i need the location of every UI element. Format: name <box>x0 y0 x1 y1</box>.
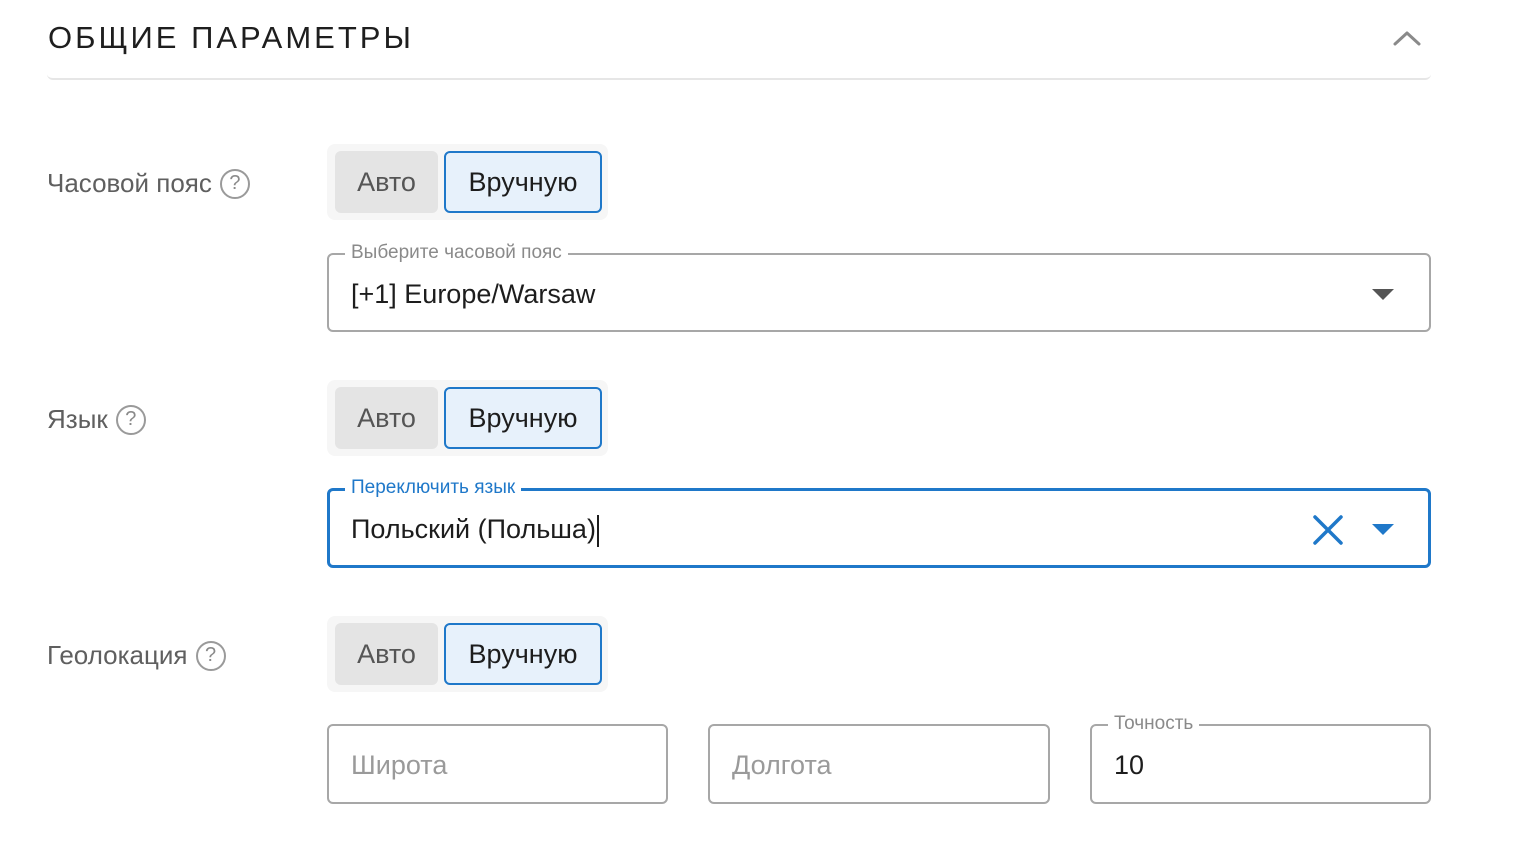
close-icon[interactable] <box>1311 513 1345 547</box>
language-select-value[interactable]: Польский (Польша) <box>351 512 599 547</box>
geolocation-auto-button[interactable]: Авто <box>335 623 438 685</box>
timezone-select-value: [+1] Europe/Warsaw <box>351 279 596 309</box>
chevron-up-icon[interactable] <box>1390 24 1424 54</box>
latitude-input[interactable]: Широта <box>327 724 668 804</box>
timezone-row-label: Часовой пояс ? <box>47 168 250 199</box>
longitude-placeholder: Долгота <box>732 750 832 780</box>
geolocation-manual-button[interactable]: Вручную <box>444 623 602 685</box>
section-title: ОБЩИЕ ПАРАМЕТРЫ <box>48 20 414 55</box>
timezone-auto-button[interactable]: Авто <box>335 151 438 213</box>
timezone-select-label: Выберите часовой пояс <box>345 240 568 266</box>
geolocation-help-icon[interactable]: ? <box>195 640 226 671</box>
timezone-help-icon[interactable]: ? <box>219 168 250 199</box>
chevron-down-icon[interactable] <box>1372 524 1394 535</box>
chevron-down-icon[interactable] <box>1372 289 1394 300</box>
section-header[interactable]: ОБЩИЕ ПАРАМЕТРЫ <box>47 0 1431 80</box>
language-help-icon[interactable]: ? <box>115 404 146 435</box>
language-select[interactable]: Переключить язык Польский (Польша) <box>327 475 1431 568</box>
accuracy-input[interactable]: Точность 10 <box>1090 711 1431 804</box>
general-settings-panel: ОБЩИЕ ПАРАМЕТРЫ Часовой пояс ? Авто Вруч… <box>0 0 1532 868</box>
language-mode-toggle: Авто Вручную <box>327 380 608 456</box>
language-select-text: Польский (Польша) <box>351 514 596 544</box>
latitude-placeholder: Широта <box>351 750 448 780</box>
text-cursor <box>596 514 599 547</box>
accuracy-value: 10 <box>1114 750 1145 780</box>
timezone-mode-toggle: Авто Вручную <box>327 144 608 220</box>
language-label: Язык <box>47 404 108 434</box>
timezone-manual-button[interactable]: Вручную <box>444 151 602 213</box>
language-auto-button[interactable]: Авто <box>335 387 438 449</box>
timezone-select[interactable]: Выберите часовой пояс [+1] Europe/Warsaw <box>327 240 1431 332</box>
accuracy-label: Точность <box>1108 711 1200 737</box>
geolocation-label: Геолокация <box>47 640 188 670</box>
longitude-input[interactable]: Долгота <box>708 724 1050 804</box>
language-manual-button[interactable]: Вручную <box>444 387 602 449</box>
language-select-label: Переключить язык <box>345 475 522 501</box>
language-row-label: Язык ? <box>47 404 146 435</box>
timezone-label: Часовой пояс <box>47 168 212 198</box>
geolocation-row-label: Геолокация ? <box>47 640 226 671</box>
geolocation-mode-toggle: Авто Вручную <box>327 616 608 692</box>
